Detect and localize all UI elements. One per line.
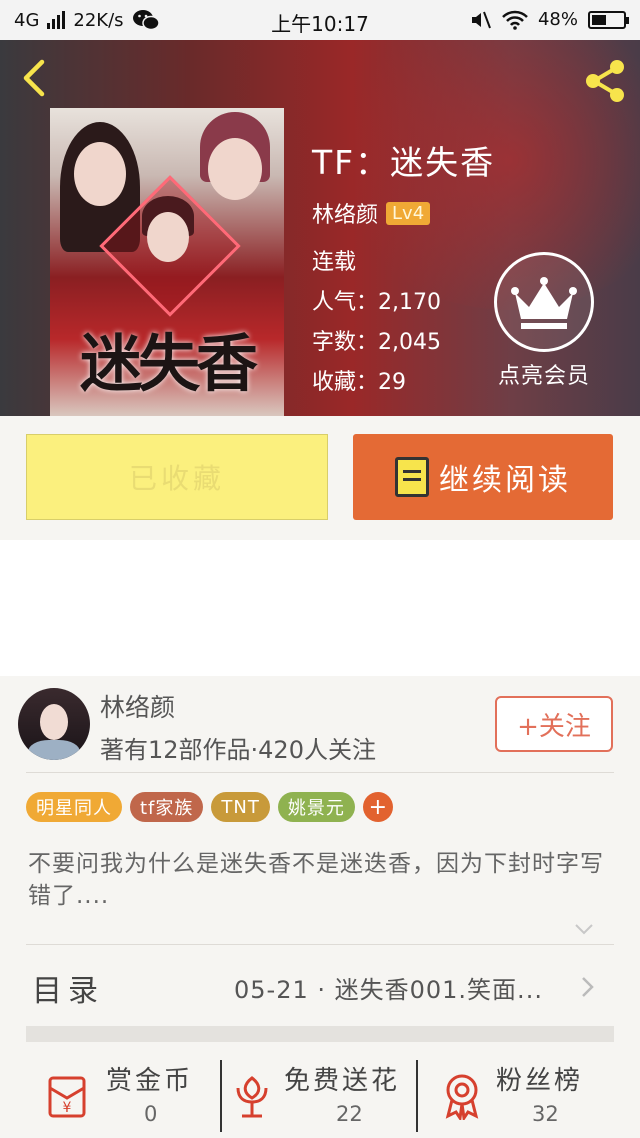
vip-label: 点亮会员 xyxy=(497,364,590,389)
author-stats: 著有12部作品·420人关注 xyxy=(100,736,376,764)
bottom-bar: ¥ 赏金币 0 免费送花 22 粉丝榜 32 xyxy=(0,1052,640,1138)
book-header: 迷失香 TF：迷失香 林络颜 Lv4 连载 人气：2,170 字数：2,045 … xyxy=(0,40,640,416)
add-tag-button[interactable]: + xyxy=(362,792,393,822)
svg-text:¥: ¥ xyxy=(63,1100,72,1116)
reward-label: 赏金币 xyxy=(106,1066,194,1096)
reward-coins-button[interactable]: ¥ 赏金币 0 xyxy=(46,1060,216,1138)
wifi-icon xyxy=(502,10,528,30)
tag-item[interactable]: tf家族 xyxy=(130,792,204,822)
crown-icon xyxy=(511,277,577,329)
tag-list: 明星同人 tf家族 TNT 姚景元 + xyxy=(26,792,393,822)
reward-value: 0 xyxy=(144,1102,158,1126)
author-section: 林络颜 著有12部作品·420人关注 +关注 明星同人 tf家族 TNT 姚景元… xyxy=(0,676,640,1138)
serial-status: 连载 xyxy=(312,250,357,275)
spacer xyxy=(0,540,640,676)
tag-item[interactable]: TNT xyxy=(211,792,270,822)
level-badge: Lv4 xyxy=(386,201,431,225)
action-bar: 已收藏 继续阅读 xyxy=(0,416,640,540)
book-cover[interactable]: 迷失香 xyxy=(50,108,284,416)
divider xyxy=(416,1060,418,1132)
chevron-right-icon xyxy=(582,977,594,997)
book-icon xyxy=(395,457,429,497)
popularity-value: 2,170 xyxy=(378,290,441,315)
favorites-value: 29 xyxy=(378,370,407,395)
divider xyxy=(26,772,614,773)
toc-label: 目录 xyxy=(32,974,104,1009)
table-of-contents-row[interactable]: 目录 05-21 · 迷失香001.笑面... xyxy=(0,944,640,1026)
word-count-value: 2,045 xyxy=(378,330,441,355)
divider xyxy=(220,1060,222,1132)
popularity-label: 人气： xyxy=(312,290,379,315)
flowers-label: 免费送花 xyxy=(284,1066,401,1096)
battery-percent: 48% xyxy=(537,9,578,30)
battery-icon xyxy=(588,10,629,29)
send-flowers-button[interactable]: 免费送花 22 xyxy=(232,1060,416,1138)
word-count-row: 字数：2,045 xyxy=(312,324,441,356)
fan-ranking-button[interactable]: 粉丝榜 32 xyxy=(440,1060,600,1138)
chevron-down-icon[interactable] xyxy=(574,922,594,936)
favorites-row: 收藏：29 xyxy=(312,364,406,396)
author-name[interactable]: 林络颜 xyxy=(100,688,175,724)
book-title: TF：迷失香 xyxy=(312,143,496,182)
tag-item[interactable]: 姚景元 xyxy=(277,792,355,822)
share-icon[interactable] xyxy=(580,56,630,106)
mute-icon xyxy=(471,11,491,28)
avatar[interactable] xyxy=(18,688,90,760)
follow-button[interactable]: +关注 xyxy=(495,696,613,752)
fans-label: 粉丝榜 xyxy=(496,1066,584,1096)
status-bar: 4G 22K/s 上午10:17 48% xyxy=(0,0,640,40)
latest-chapter: 05-21 · 迷失香001.笑面... xyxy=(234,976,543,1004)
book-author[interactable]: 林络颜 xyxy=(312,197,378,229)
flowers-value: 22 xyxy=(336,1102,363,1126)
cover-title: 迷失香 xyxy=(79,327,258,400)
continue-reading-button[interactable]: 继续阅读 xyxy=(353,434,613,520)
back-icon[interactable] xyxy=(18,58,48,98)
red-envelope-icon: ¥ xyxy=(48,1076,86,1118)
medal-icon xyxy=(445,1074,479,1120)
popularity-row: 人气：2,170 xyxy=(312,284,441,316)
favorites-label: 收藏： xyxy=(312,370,379,395)
vip-button[interactable]: 点亮会员 xyxy=(484,252,604,390)
section-separator xyxy=(26,1026,614,1042)
collected-button[interactable]: 已收藏 xyxy=(26,434,328,520)
flower-icon xyxy=(236,1076,268,1118)
fans-value: 32 xyxy=(532,1102,559,1126)
continue-reading-label: 继续阅读 xyxy=(439,463,571,498)
book-description: 不要问我为什么是迷失香不是迷迭香，因为下封时字写错了.... xyxy=(28,851,604,909)
word-count-label: 字数： xyxy=(312,330,379,355)
tag-item[interactable]: 明星同人 xyxy=(26,792,122,822)
